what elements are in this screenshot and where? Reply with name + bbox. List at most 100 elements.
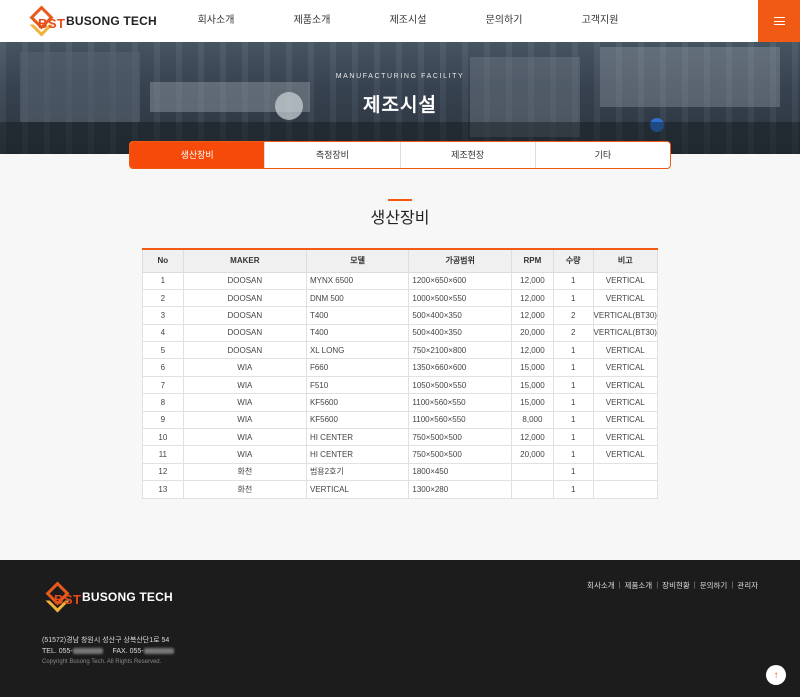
site-header: BST BUSONG TECH 회사소개 제품소개 제조시설 문의하기 고객지원 — [0, 0, 800, 42]
table-cell: 화천 — [182, 480, 307, 499]
table-cell: 15,000 — [510, 393, 554, 412]
table-cell: 범용2호기 — [305, 462, 410, 482]
table-cell: T400 — [305, 323, 410, 343]
table-row: 7 WIA F510 1050×500×550 15,000 1 VERTICAL — [142, 375, 659, 395]
table-cell: 1200×650×600 — [408, 271, 512, 290]
footer-link-inquiry[interactable]: 문의하기 — [700, 580, 728, 591]
table-cell: 1350×660×600 — [408, 358, 512, 377]
table-cell: 11 — [142, 445, 184, 464]
table-cell: VERTICAL — [592, 410, 659, 430]
table-row: 9 WIA KF5600 1100×560×550 8,000 1 VERTICAL — [142, 410, 659, 430]
table-cell: HI CENTER — [305, 428, 410, 447]
table-cell: 1000×500×550 — [408, 288, 512, 308]
table-cell: 20,000 — [510, 323, 554, 343]
table-cell: F660 — [305, 358, 410, 377]
table-row: 1 DOOSAN MYNX 6500 1200×650×600 12,000 1 VERTI… — [142, 271, 659, 290]
tab-other[interactable]: 기타 — [534, 142, 670, 168]
table-cell: T400 — [305, 306, 410, 325]
table-row: 5 DOOSAN XL LONG 750×2100×800 12,000 1 VERTICA… — [142, 341, 659, 360]
table-cell: 1 — [552, 480, 594, 499]
table-cell: 13 — [142, 480, 184, 499]
table-cell: VERTICAL — [592, 393, 659, 412]
footer-logo-text: BUSONG TECH — [82, 590, 173, 604]
table-cell: 1 — [552, 375, 594, 395]
table-cell: 1 — [552, 358, 594, 377]
col-header-qty: 수량 — [552, 248, 594, 273]
table-cell: 20,000 — [510, 445, 554, 464]
table-cell: VERTICAL — [592, 271, 659, 290]
nav-item-support[interactable]: 고객지원 — [552, 0, 648, 42]
footer-tel: TEL. 055- — [42, 648, 73, 655]
table-cell: 750×500×500 — [408, 445, 512, 464]
footer-link-products[interactable]: 제품소개 — [625, 580, 653, 591]
table-row: 6 WIA F660 1350×660×600 15,000 1 VERTICAL — [142, 358, 659, 377]
table-cell: 8,000 — [510, 410, 554, 430]
tab-measurement-equipment[interactable]: 측정장비 — [264, 142, 399, 168]
table-cell: 2 — [552, 306, 594, 325]
footer-logo[interactable]: BST BUSONG TECH — [42, 581, 173, 613]
table-cell: 12,000 — [510, 306, 554, 325]
table-cell — [592, 462, 659, 482]
table-cell: DNM 500 — [305, 288, 410, 308]
table-cell: 1 — [142, 271, 184, 290]
table-cell: 4 — [142, 323, 184, 343]
table-row: 11 WIA HI CENTER 750×500×500 20,000 1 VERTICAL — [142, 445, 659, 464]
table-row: 10 WIA HI CENTER 750×500×500 12,000 1 VERTICAL — [142, 428, 659, 447]
main-nav: 회사소개 제품소개 제조시설 문의하기 고객지원 — [168, 0, 648, 42]
table-cell: DOOSAN — [182, 341, 307, 360]
table-row: 13 화천 VERTICAL 1300×280 1 — [142, 480, 659, 499]
table-cell: 9 — [142, 410, 184, 430]
table-cell: F510 — [305, 375, 410, 395]
table-cell: 1 — [552, 393, 594, 412]
section-title: 생산장비 — [370, 210, 430, 227]
table-cell: XL LONG — [305, 341, 410, 360]
table-cell: VERTICAL — [592, 341, 659, 360]
table-cell: 2 — [142, 288, 184, 308]
footer-copyright: Copyright Busong Tech. All Rights Reserv… — [42, 659, 162, 665]
table-cell: VERTICAL(BT30) — [592, 306, 659, 325]
nav-item-products[interactable]: 제품소개 — [264, 0, 360, 42]
footer-link-company[interactable]: 회사소개 — [587, 580, 615, 591]
table-cell — [510, 462, 554, 482]
logo-mark-icon: BST — [26, 5, 65, 37]
table-cell: 500×400×350 — [408, 323, 512, 343]
site-logo[interactable]: BST BUSONG TECH — [26, 5, 157, 37]
col-header-maker: MAKER — [182, 248, 307, 273]
tab-production-equipment[interactable]: 생산장비 — [130, 142, 265, 168]
redacted-number — [72, 648, 103, 655]
hamburger-icon — [773, 17, 785, 25]
table-cell: VERTICAL(BT30) — [592, 323, 659, 343]
table-cell: HI CENTER — [305, 445, 410, 464]
menu-button[interactable] — [758, 0, 800, 42]
table-cell: WIA — [182, 428, 307, 447]
tab-manufacturing-site[interactable]: 제조현장 — [399, 142, 535, 168]
table-cell: 1 — [552, 288, 594, 308]
table-row: 8 WIA KF5600 1100×560×550 15,000 1 VERTICAL — [142, 393, 659, 412]
table-row: 2 DOOSAN DNM 500 1000×500×550 12,000 1 VERTICA… — [142, 288, 659, 308]
nav-item-facility[interactable]: 제조시설 — [360, 0, 456, 42]
table-cell — [592, 480, 659, 499]
table-cell: 1 — [552, 428, 594, 447]
table-cell: 12,000 — [510, 288, 554, 308]
col-header-rpm: RPM — [510, 248, 554, 273]
table-cell: VERTICAL — [592, 428, 659, 447]
table-cell: DOOSAN — [182, 288, 307, 308]
footer-links: 회사소개 | 제품소개 | 장비현황 | 문의하기 | 관리자 — [587, 580, 758, 591]
table-row: 3 DOOSAN T400 500×400×350 12,000 2 VERTICAL(BT… — [142, 306, 659, 325]
table-cell: KF5600 — [305, 393, 410, 412]
table-cell: DOOSAN — [182, 271, 307, 290]
table-cell: WIA — [182, 445, 307, 464]
footer-link-admin[interactable]: 관리자 — [737, 580, 758, 591]
table-cell: 6 — [142, 358, 184, 377]
table-cell: KF5600 — [305, 410, 410, 430]
footer-address: (51572)경남 창원시 성산구 상복산단1로 54 — [42, 637, 170, 644]
scroll-top-button[interactable]: ↑ — [766, 665, 786, 685]
nav-item-company[interactable]: 회사소개 — [168, 0, 264, 42]
table-cell: WIA — [182, 375, 307, 395]
hero-subtitle: MANUFACTURING FACILITY — [335, 73, 465, 80]
hero-banner: MANUFACTURING FACILITY 제조시설 — [0, 42, 800, 154]
footer-link-equipment[interactable]: 장비현황 — [662, 580, 690, 591]
nav-item-inquiry[interactable]: 문의하기 — [456, 0, 552, 42]
table-cell: VERTICAL — [592, 445, 659, 464]
col-header-model: 모델 — [305, 248, 410, 273]
